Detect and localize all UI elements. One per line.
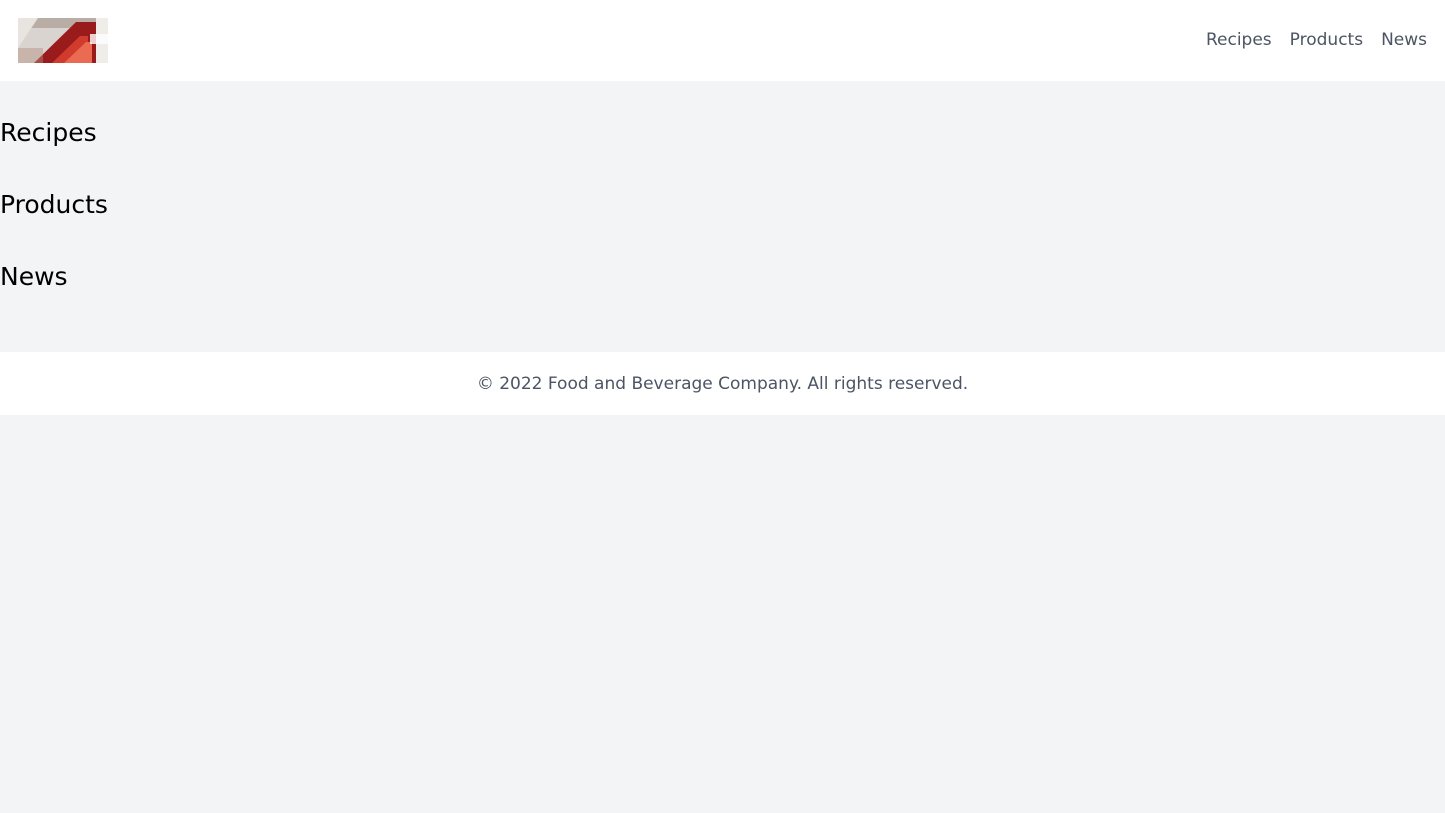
logo-image-icon xyxy=(18,18,108,63)
logo-link[interactable] xyxy=(18,18,108,63)
section-title-news: News xyxy=(0,262,68,291)
section-title-products: Products xyxy=(0,190,108,219)
site-footer: © 2022 Food and Beverage Company. All ri… xyxy=(0,352,1445,415)
main-content: Recipes Products News xyxy=(0,81,1445,352)
nav-link-products[interactable]: Products xyxy=(1290,29,1363,51)
main-nav: Recipes Products News xyxy=(1206,29,1427,51)
nav-link-news[interactable]: News xyxy=(1381,29,1427,51)
section-title-recipes: Recipes xyxy=(0,118,97,147)
site-header: Recipes Products News xyxy=(0,0,1445,81)
copyright-text: © 2022 Food and Beverage Company. All ri… xyxy=(476,373,969,394)
nav-link-recipes[interactable]: Recipes xyxy=(1206,29,1272,51)
